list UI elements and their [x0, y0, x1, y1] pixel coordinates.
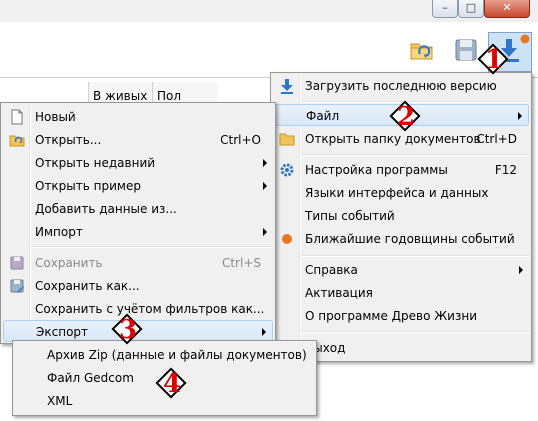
gear-icon	[280, 163, 294, 177]
save-icon	[10, 256, 24, 270]
save-icon[interactable]	[452, 36, 480, 64]
submenu-arrow-icon	[518, 112, 522, 120]
submenu-arrow-icon	[519, 266, 523, 274]
menu-item-anniversaries[interactable]: Ближайшие годовщины событий	[273, 228, 529, 250]
orange-dot-icon	[282, 234, 292, 244]
menu-item-new[interactable]: Новый	[3, 106, 273, 128]
menu-separator	[301, 331, 529, 333]
menu-item-add-data-from[interactable]: Добавить данные из...	[3, 198, 273, 220]
save-as-icon	[10, 279, 24, 293]
menu-item-about[interactable]: О программе Древо Жизни	[273, 305, 529, 327]
menu-separator	[301, 255, 529, 257]
title-bar: – □ ✕	[0, 0, 538, 22]
menu-separator	[31, 246, 273, 248]
menu-item-event-types[interactable]: Типы событий	[273, 205, 529, 227]
callout-4: 4	[155, 367, 188, 400]
download-icon	[281, 79, 293, 94]
menu-separator	[301, 154, 529, 156]
maximize-button[interactable]: □	[458, 0, 484, 18]
submenu-arrow-icon	[263, 228, 267, 236]
menu-item-help[interactable]: Справка	[273, 259, 529, 281]
new-document-icon	[11, 109, 23, 125]
update-dot-icon	[520, 34, 530, 44]
menu-item-download-latest[interactable]: Загрузить последнюю версию	[273, 75, 529, 97]
menu-item-open-sample[interactable]: Открыть пример	[3, 175, 273, 197]
menu-item-open[interactable]: Открыть... Ctrl+O	[3, 129, 273, 151]
menu-item-save-as[interactable]: Сохранить как...	[3, 275, 273, 297]
submenu-arrow-icon	[263, 159, 267, 167]
submenu-arrow-icon	[263, 182, 267, 190]
open-folder-icon	[9, 135, 25, 147]
callout-2: 2	[389, 100, 422, 133]
submenu-arrow-icon	[262, 328, 266, 336]
menu-item-save[interactable]: Сохранить Ctrl+S	[3, 252, 273, 274]
menu-item-import[interactable]: Импорт	[3, 221, 273, 243]
folder-icon	[279, 133, 295, 146]
open-folder-icon[interactable]	[408, 36, 436, 64]
callout-1: 1	[477, 43, 510, 76]
menu-item-open-recent[interactable]: Открыть недавний	[3, 152, 273, 174]
menu-item-settings[interactable]: Настройка программы F12	[273, 159, 529, 181]
menu-item-activation[interactable]: Активация	[273, 282, 529, 304]
close-button[interactable]: ✕	[484, 0, 530, 18]
menu-item-export-zip[interactable]: Архив Zip (данные и файлы документов)	[15, 344, 314, 366]
callout-3: 3	[111, 313, 144, 346]
menu-item-languages[interactable]: Языки интерфейса и данных	[273, 182, 529, 204]
minimize-button[interactable]: –	[432, 0, 458, 18]
file-submenu: Новый Открыть... Ctrl+O Открыть недавний…	[0, 102, 276, 344]
